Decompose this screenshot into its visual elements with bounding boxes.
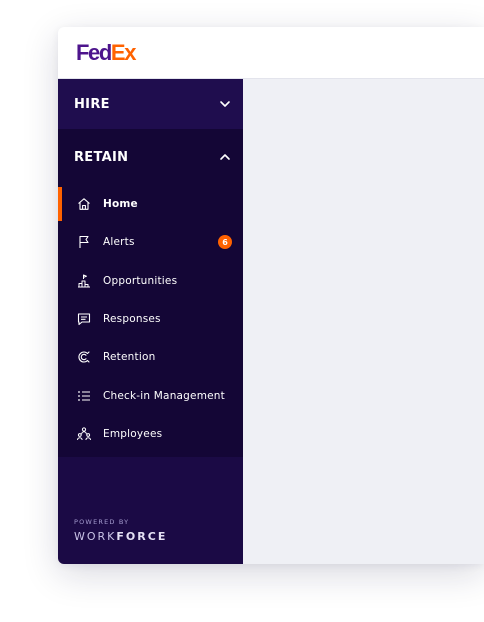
sidebar-item-label: Retention (103, 351, 156, 364)
logo-fed: Fed (76, 40, 112, 65)
sidebar-item-responses[interactable]: Responses (58, 300, 243, 338)
flag-icon (76, 234, 92, 250)
sidebar-item-label: Alerts (103, 236, 135, 249)
section-retain-label: RETAIN (74, 149, 129, 165)
sidebar-item-retention[interactable]: Retention (58, 338, 243, 376)
alerts-count-badge: 6 (218, 235, 232, 250)
sidebar: HIRE RETAIN Home Alerts 6 Opportunities … (58, 79, 243, 564)
section-hire[interactable]: HIRE (58, 79, 243, 129)
sidebar-item-employees[interactable]: Employees (58, 415, 243, 453)
brand-light: WORK (74, 530, 117, 543)
retain-nav-list: Home Alerts 6 Opportunities Responses Re… (58, 185, 243, 453)
powered-by-label: POWERED BY (74, 518, 130, 526)
main-content (243, 79, 484, 564)
home-icon (76, 196, 92, 212)
sidebar-item-opportunities[interactable]: Opportunities (58, 262, 243, 300)
sidebar-item-home[interactable]: Home (58, 185, 243, 223)
sidebar-item-label: Responses (103, 313, 161, 326)
brand-bold: FORCE (116, 530, 168, 543)
list-icon (76, 388, 92, 404)
logo-ex: Ex (110, 40, 137, 65)
chevron-up-icon (219, 151, 231, 163)
section-retain[interactable]: RETAIN (58, 129, 243, 185)
people-icon (76, 426, 92, 442)
section-hire-label: HIRE (74, 96, 110, 112)
sidebar-item-alerts[interactable]: Alerts 6 (58, 223, 243, 261)
workforce-logo: WORKFORCE (74, 530, 167, 543)
magnet-icon (76, 349, 92, 365)
top-bar: FedEx (58, 27, 484, 79)
sidebar-item-label: Home (103, 198, 138, 211)
app-window: FedEx HIRE RETAIN Home Alerts 6 Opportun… (58, 27, 484, 564)
fedex-logo[interactable]: FedEx (76, 40, 137, 66)
retain-block: RETAIN Home Alerts 6 Opportunities Respo… (58, 129, 243, 458)
chat-icon (76, 311, 92, 327)
chevron-down-icon (219, 98, 231, 110)
sidebar-item-check-in-management[interactable]: Check-in Management (58, 376, 243, 414)
powered-by-footer: POWERED BY WORKFORCE (74, 518, 167, 543)
sidebar-item-label: Check-in Management (103, 389, 225, 402)
sidebar-item-label: Opportunities (103, 274, 178, 287)
opportunities-icon (76, 273, 92, 289)
sidebar-item-label: Employees (103, 427, 163, 440)
